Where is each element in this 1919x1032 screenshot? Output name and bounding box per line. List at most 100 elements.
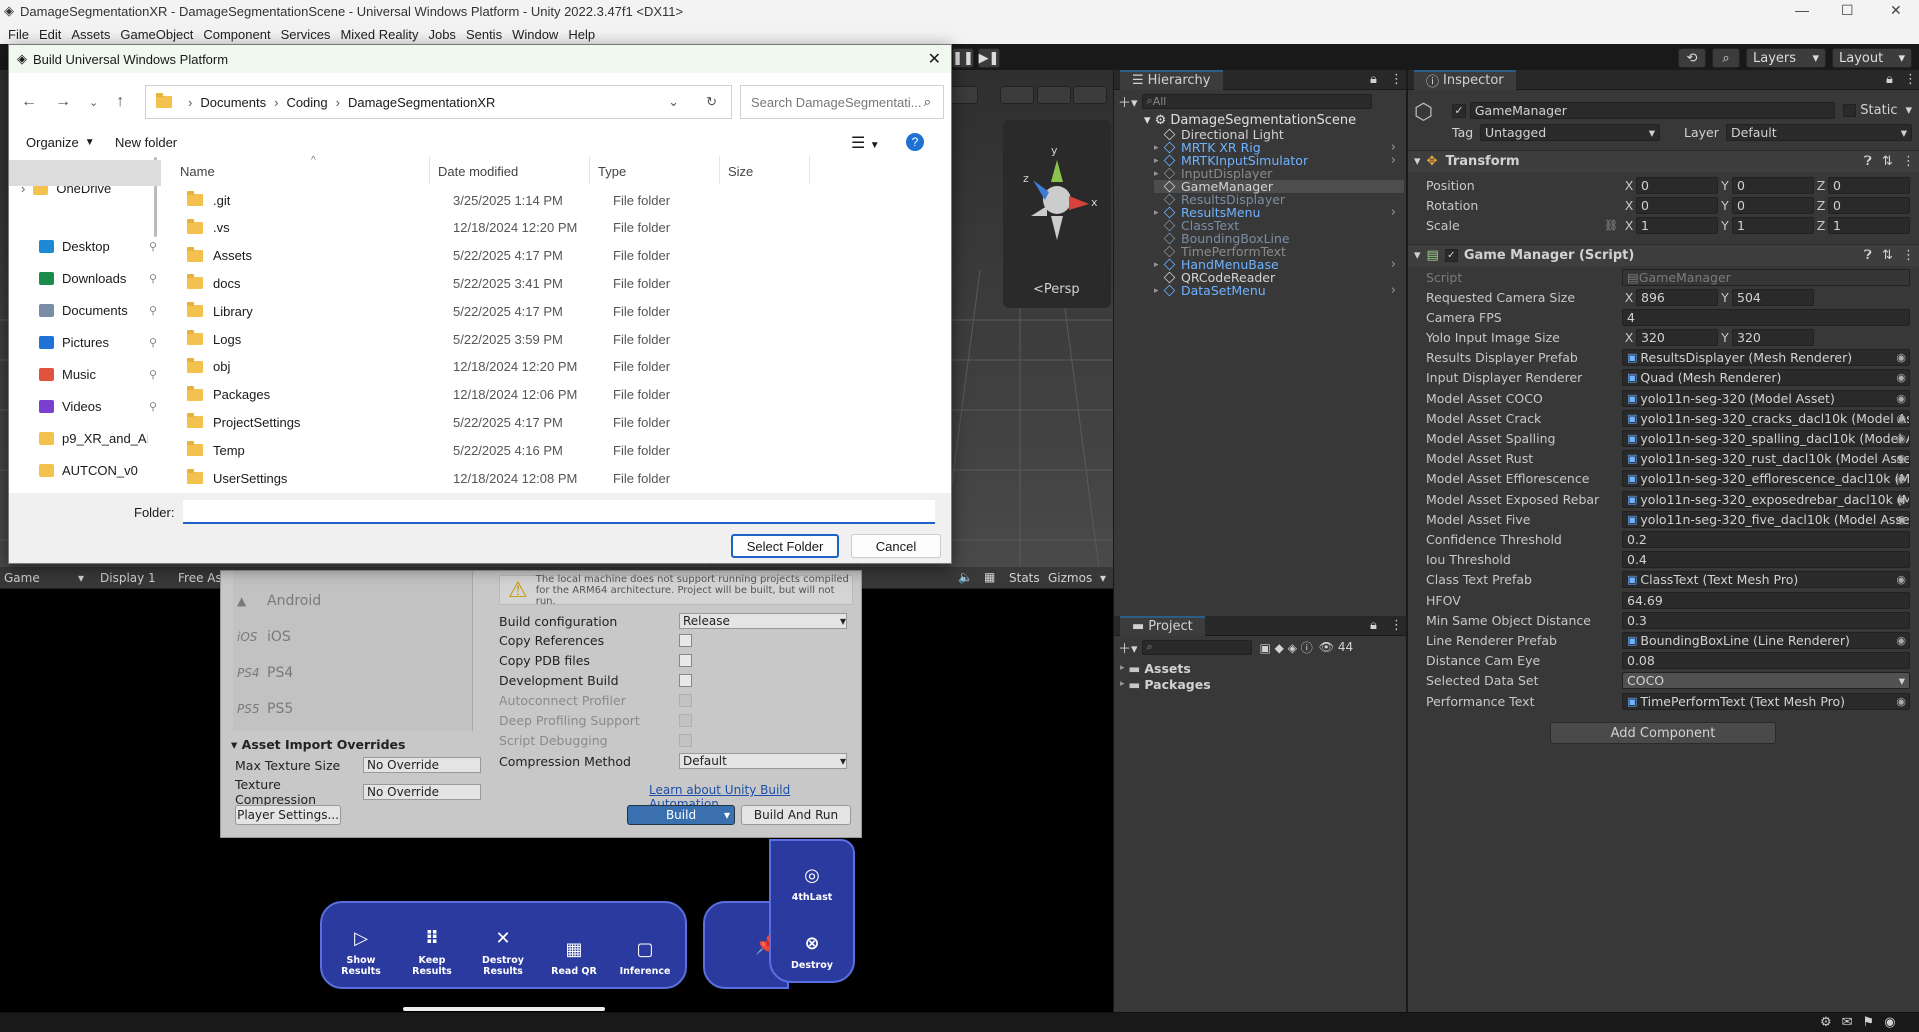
file-list-row[interactable]: Assets 5/22/2025 4:17 PM File folder [187,244,807,268]
layer-dropdown[interactable]: Default ▾ [1726,124,1912,141]
stats-button[interactable]: Stats [1009,571,1040,585]
texture-compression-dropdown[interactable]: No Override [363,784,481,800]
refresh-icon[interactable]: ↻ [706,94,717,110]
transform-scale-x-field[interactable]: 1 [1636,216,1718,234]
status-icons[interactable]: ⚙✉⚑◉ [1820,1015,1906,1030]
menu-item[interactable]: Edit [39,27,61,42]
nav-item[interactable]: AUTCON_v0 [39,459,138,481]
expand-arrow-icon[interactable]: ▸ [1154,260,1164,270]
layers-dropdown[interactable]: Layers ▾ [1746,48,1826,68]
transform-scale-y-field[interactable]: 1 [1732,216,1814,234]
expand-arrow-icon[interactable]: ▸ [1120,663,1125,673]
expand-arrow-icon[interactable]: ▸ [1120,679,1125,689]
address-dropdown-icon[interactable]: ⌄ [668,94,679,110]
platform-item[interactable]: PS5 PS5 [237,701,293,717]
preset-icon[interactable]: ⇅ [1882,248,1893,263]
scene-gizmo-toggle[interactable] [1073,86,1107,104]
lock-icon[interactable]: 🔒︎ [1370,618,1377,633]
object-picker-icon[interactable]: ◉ [1896,493,1906,506]
forward-arrow-icon[interactable]: → [55,93,71,111]
object-picker-icon[interactable]: ◉ [1896,392,1906,405]
nav-item[interactable]: Music ⚲ [39,363,157,385]
transform-position-y-field[interactable]: 0 [1732,176,1814,194]
chevron-right-icon[interactable]: › [1391,205,1396,220]
platform-item[interactable]: ▲ Android [237,593,321,609]
aspect-dropdown[interactable]: Free As [178,571,222,585]
object-picker-icon[interactable]: ◉ [1896,371,1906,384]
nav-item[interactable]: p9_XR_and_AI_b [39,427,148,449]
nav-item[interactable]: Desktop ⚲ [39,235,157,257]
view-options-icon[interactable]: ☰ ▼ [851,133,880,153]
object-reference-field[interactable]: ▣ yolo11n-seg-320_rust_dacl10k (Model Ass… [1622,450,1910,468]
object-reference-field[interactable]: ▣ yolo11n-seg-320_five_dacl10k (Model Ass… [1622,510,1910,528]
add-icon[interactable]: ＋▾ [1118,92,1138,111]
file-list-row[interactable]: .vs 12/18/2024 12:20 PM File folder [187,216,807,240]
build-and-run-button[interactable]: Build And Run [741,805,851,825]
menu-item[interactable]: Sentis [466,27,502,42]
layout-dropdown[interactable]: Layout ▾ [1832,48,1912,68]
scene-root-row[interactable]: ▾ ⚙ DamageSegmentationScene [1144,112,1404,128]
add-component-button[interactable]: Add Component [1550,722,1776,744]
cancel-button[interactable]: Cancel [851,534,941,558]
column-header[interactable]: Name [172,156,430,184]
platform-item[interactable]: PS4 PS4 [237,665,293,681]
component-enabled-checkbox[interactable]: ✓ [1444,249,1458,262]
filter-icons[interactable]: ▣ ◆ ◈ ⓘ [1260,639,1313,656]
nav-item[interactable]: Downloads ⚲ [39,267,157,289]
object-name-field[interactable]: GameManager [1469,102,1836,119]
file-list-row[interactable]: Library 5/22/2025 4:17 PM File folder [187,299,807,323]
build-option-checkbox[interactable] [679,654,692,667]
scene-visibility-button[interactable] [1000,86,1034,104]
transform-rotation-z-field[interactable]: 0 [1828,196,1910,214]
nav-item[interactable]: Pictures ⚲ [39,331,157,353]
hierarchy-tab[interactable]: ☰ Hierarchy [1120,69,1223,90]
max-texture-dropdown[interactable]: No Override [363,757,481,773]
menu-item[interactable]: Services [281,27,331,42]
inspector-value-field[interactable]: 0.4 [1622,551,1910,569]
select-folder-button[interactable]: Select Folder [731,534,839,558]
display-dropdown[interactable]: Display 1 [100,571,156,585]
scene-orientation-gizmo[interactable]: y x z <Persp [1003,120,1111,308]
project-folder[interactable]: ▸ ▬ Assets [1120,660,1191,676]
object-picker-icon[interactable]: ◉ [1896,432,1906,445]
menu-item[interactable]: Mixed Reality [340,27,418,42]
build-option-checkbox[interactable] [679,634,692,647]
gizmos-button[interactable]: Gizmos [1048,571,1092,585]
column-header[interactable]: Size [720,156,810,184]
link-icon[interactable]: ⛓ [1604,219,1622,232]
breadcrumb-item[interactable]: Documents [200,95,266,110]
object-picker-icon[interactable]: ◉ [1896,573,1906,586]
menu-item[interactable]: Jobs [428,27,455,42]
object-picker-icon[interactable]: ◉ [1896,452,1906,465]
dialog-search-input[interactable]: Search DamageSegmentati... ⌕ [740,85,944,119]
menu-item[interactable]: Window [512,27,558,42]
vector-x-field[interactable]: 320 [1636,328,1718,346]
chevron-right-icon[interactable]: › [1391,257,1396,272]
tag-dropdown[interactable]: Untagged ▾ [1480,124,1660,141]
breadcrumb-item[interactable]: DamageSegmentationXR [348,95,495,110]
search-icon[interactable]: ⌕ [1712,48,1740,68]
chevron-right-icon[interactable]: › [1391,283,1396,298]
hierarchy-item[interactable]: ▸ DataSetMenu › [1154,283,1404,298]
build-option-checkbox[interactable] [679,674,692,687]
menu-item[interactable]: Help [568,27,595,42]
column-header[interactable]: Date modified [430,156,590,184]
object-picker-icon[interactable]: ◉ [1896,513,1906,526]
transform-position-x-field[interactable]: 0 [1636,176,1718,194]
file-list-row[interactable]: UserSettings 12/18/2024 12:08 PM File fold… [187,466,807,490]
file-list-row[interactable]: docs 5/22/2025 3:41 PM File folder [187,271,807,295]
object-reference-field[interactable]: ▣ TimePerformText (Text Mesh Pro) ◉ [1622,692,1910,710]
file-list-row[interactable]: Temp 5/22/2025 4:16 PM File folder [187,438,807,462]
transform-section-header[interactable]: ▾ ✥ Transform ❓︎ ⇅ ⋮ [1408,150,1919,172]
more-options-icon[interactable]: ⋮ [1904,72,1917,87]
active-checkbox[interactable]: ✓ [1452,103,1466,118]
expand-arrow-icon[interactable]: ▸ [1154,169,1164,179]
object-picker-icon[interactable]: ◉ [1896,472,1906,485]
inspector-value-field[interactable]: 0.2 [1622,530,1910,548]
vector-y-field[interactable]: 320 [1732,328,1814,346]
object-reference-field[interactable]: ▣ ResultsDisplayer (Mesh Renderer) ◉ [1622,349,1910,367]
add-icon[interactable]: ＋▾ [1118,638,1138,657]
more-options-icon[interactable]: ⋮ [1902,248,1915,263]
menu-item[interactable]: Component [203,27,270,42]
hand-menu-button[interactable]: ▷ Show Results [326,905,396,985]
